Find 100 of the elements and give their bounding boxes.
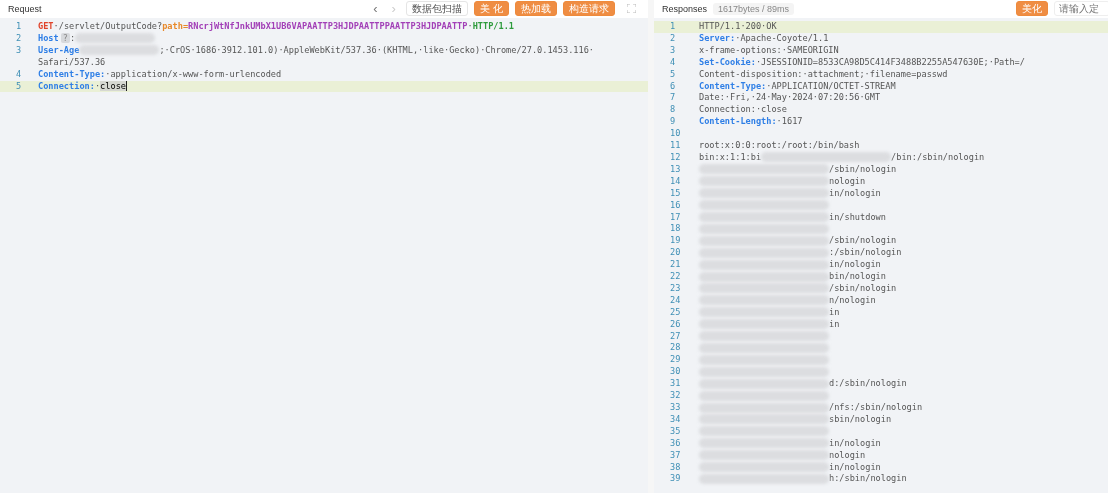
- line-number: 30: [669, 366, 682, 379]
- line-number: 2: [15, 32, 23, 45]
- code-text: in: [829, 318, 840, 329]
- line-number: 1: [15, 21, 23, 33]
- line-number: 10: [669, 128, 682, 141]
- code-text: Server:: [699, 32, 736, 43]
- code-text: in/nologin: [829, 187, 881, 198]
- code-text: path=: [162, 21, 189, 31]
- code-text: :: [69, 32, 76, 43]
- action-button[interactable]: 美 化: [473, 1, 509, 16]
- line-number: 29: [669, 354, 682, 367]
- code-text: in/nologin: [829, 461, 881, 472]
- code-text: x-frame-options:·SAMEORIGIN: [699, 44, 839, 55]
- line-number: 17: [669, 211, 682, 224]
- line-number: 3: [15, 44, 23, 57]
- line-number: 4: [15, 68, 23, 81]
- line-number: 24: [669, 294, 682, 307]
- action-button[interactable]: 构造请求: [563, 1, 615, 16]
- line-number: 9: [669, 116, 677, 129]
- code-text: root:x:0:0:root:/root:/bin/bash: [699, 140, 860, 151]
- code-text: /sbin/nologin: [829, 235, 897, 246]
- code-text: d:/sbin/nologin: [829, 378, 907, 389]
- code-text: in/nologin: [829, 437, 881, 448]
- code-text: Content-Length:: [699, 116, 777, 127]
- code-text: User-Age: [38, 44, 80, 55]
- panel-title: Responses: [662, 3, 708, 14]
- text-cursor: [126, 81, 127, 92]
- line-number: 26: [669, 318, 682, 331]
- code-text: Content-Type:: [699, 80, 767, 91]
- line-number: 28: [669, 342, 682, 355]
- action-button[interactable]: 热加载: [515, 1, 557, 16]
- line-number: 3: [669, 44, 677, 57]
- line-number: 5: [669, 68, 677, 81]
- line-number: 37: [669, 449, 682, 462]
- line-number: 18: [669, 223, 682, 236]
- line-number: 4: [669, 56, 677, 69]
- beautify-button[interactable]: 美化: [1016, 1, 1048, 16]
- code-text: Connection:: [38, 80, 95, 91]
- code-text: ·application/x-www-form-urlencoded: [105, 68, 282, 79]
- line-number: 39: [669, 473, 682, 486]
- placeholder-badge: ?: [60, 32, 70, 43]
- line-number: 34: [669, 413, 682, 426]
- code-text: bin/nologin: [829, 271, 886, 282]
- code-text: bin:x:1:1:bi: [699, 151, 762, 162]
- code-text: Set-Cookie:: [699, 56, 756, 67]
- line-number: 13: [669, 163, 682, 176]
- line-number: 5: [15, 80, 23, 93]
- line-number: 21: [669, 259, 682, 272]
- line-number: 14: [669, 175, 682, 188]
- code-text: ·1617: [776, 116, 803, 127]
- line-number: 6: [669, 80, 677, 93]
- code-text: Connection:·close: [699, 104, 787, 115]
- line-number: 36: [669, 437, 682, 450]
- code-text: ·/servlet/OutputCode?: [53, 21, 163, 31]
- line-number: 31: [669, 378, 682, 391]
- code-text: ·: [467, 21, 473, 31]
- code-text: /nfs:/sbin/nologin: [829, 402, 923, 412]
- code-text: HTTP/1.1·200·OK: [699, 21, 777, 31]
- code-text: nologin: [829, 449, 866, 460]
- line-number: 33: [669, 402, 682, 414]
- code-text: n/nologin: [829, 294, 876, 305]
- code-text: ·APPLICATION/OCTET-STREAM: [766, 80, 896, 91]
- code-text: in: [829, 306, 840, 317]
- code-text: sbin/nologin: [829, 413, 892, 424]
- panel-title: Request: [8, 3, 42, 14]
- code-text: Content-disposition:·attachment;·filename=passwd: [699, 68, 948, 79]
- line-number: 7: [669, 92, 677, 105]
- code-text: ·JSESSIONID=8533CA98D5C414F3488B2255A547630E;·Path=/: [755, 56, 1025, 67]
- code-text: /bin:/sbin/nologin: [891, 151, 985, 162]
- fullscreen-icon[interactable]: [627, 4, 636, 13]
- code-text: ·Apache-Coyote/1.1: [735, 32, 829, 43]
- code-text: ;·CrOS·1686·3912.101.0)·AppleWebKit/537.36·(KHTML,·like·Gecko)·Chrome/27.0.1453.116·: [159, 44, 594, 55]
- line-number: 23: [669, 282, 682, 295]
- selected-code-text: close: [100, 80, 126, 91]
- line-number: 12: [669, 151, 682, 164]
- code-text: HTTP/1.1: [472, 21, 515, 31]
- code-text: in/shutdown: [829, 211, 886, 222]
- line-number: 15: [669, 187, 682, 200]
- code-text: ·: [94, 80, 101, 91]
- line-number: 16: [669, 199, 682, 212]
- line-number: 20: [669, 247, 682, 260]
- code-text: Date:·Fri,·24·May·2024·07:20:56·GMT: [699, 92, 881, 103]
- back-arrow-icon[interactable]: ‹: [369, 1, 382, 16]
- code-text: Host: [38, 32, 59, 43]
- search-field[interactable]: 请输入定: [1054, 1, 1108, 16]
- line-number: 11: [669, 140, 682, 152]
- code-text: GET: [38, 21, 54, 31]
- code-text: Content-Type:: [38, 68, 106, 79]
- code-text: /sbin/nologin: [829, 163, 897, 174]
- line-number: 38: [669, 461, 682, 474]
- code-text: :/sbin/nologin: [829, 247, 902, 258]
- line-number: 25: [669, 306, 682, 319]
- line-number: 1: [669, 21, 677, 33]
- code-text: Safari/537.36: [38, 56, 107, 69]
- scan-button[interactable]: 数据包扫描: [405, 1, 468, 16]
- code-text: nologin: [829, 175, 866, 186]
- code-text: in/nologin: [829, 259, 881, 270]
- size-time-badge: 1617bytes / 89ms: [713, 2, 795, 15]
- line-number: 19: [669, 235, 682, 248]
- code-text: RNcrjWtNfJnkUMbX1UB6VAPAATTP3HJDPAATTPPAATTP3HJDPAATTP: [188, 21, 468, 31]
